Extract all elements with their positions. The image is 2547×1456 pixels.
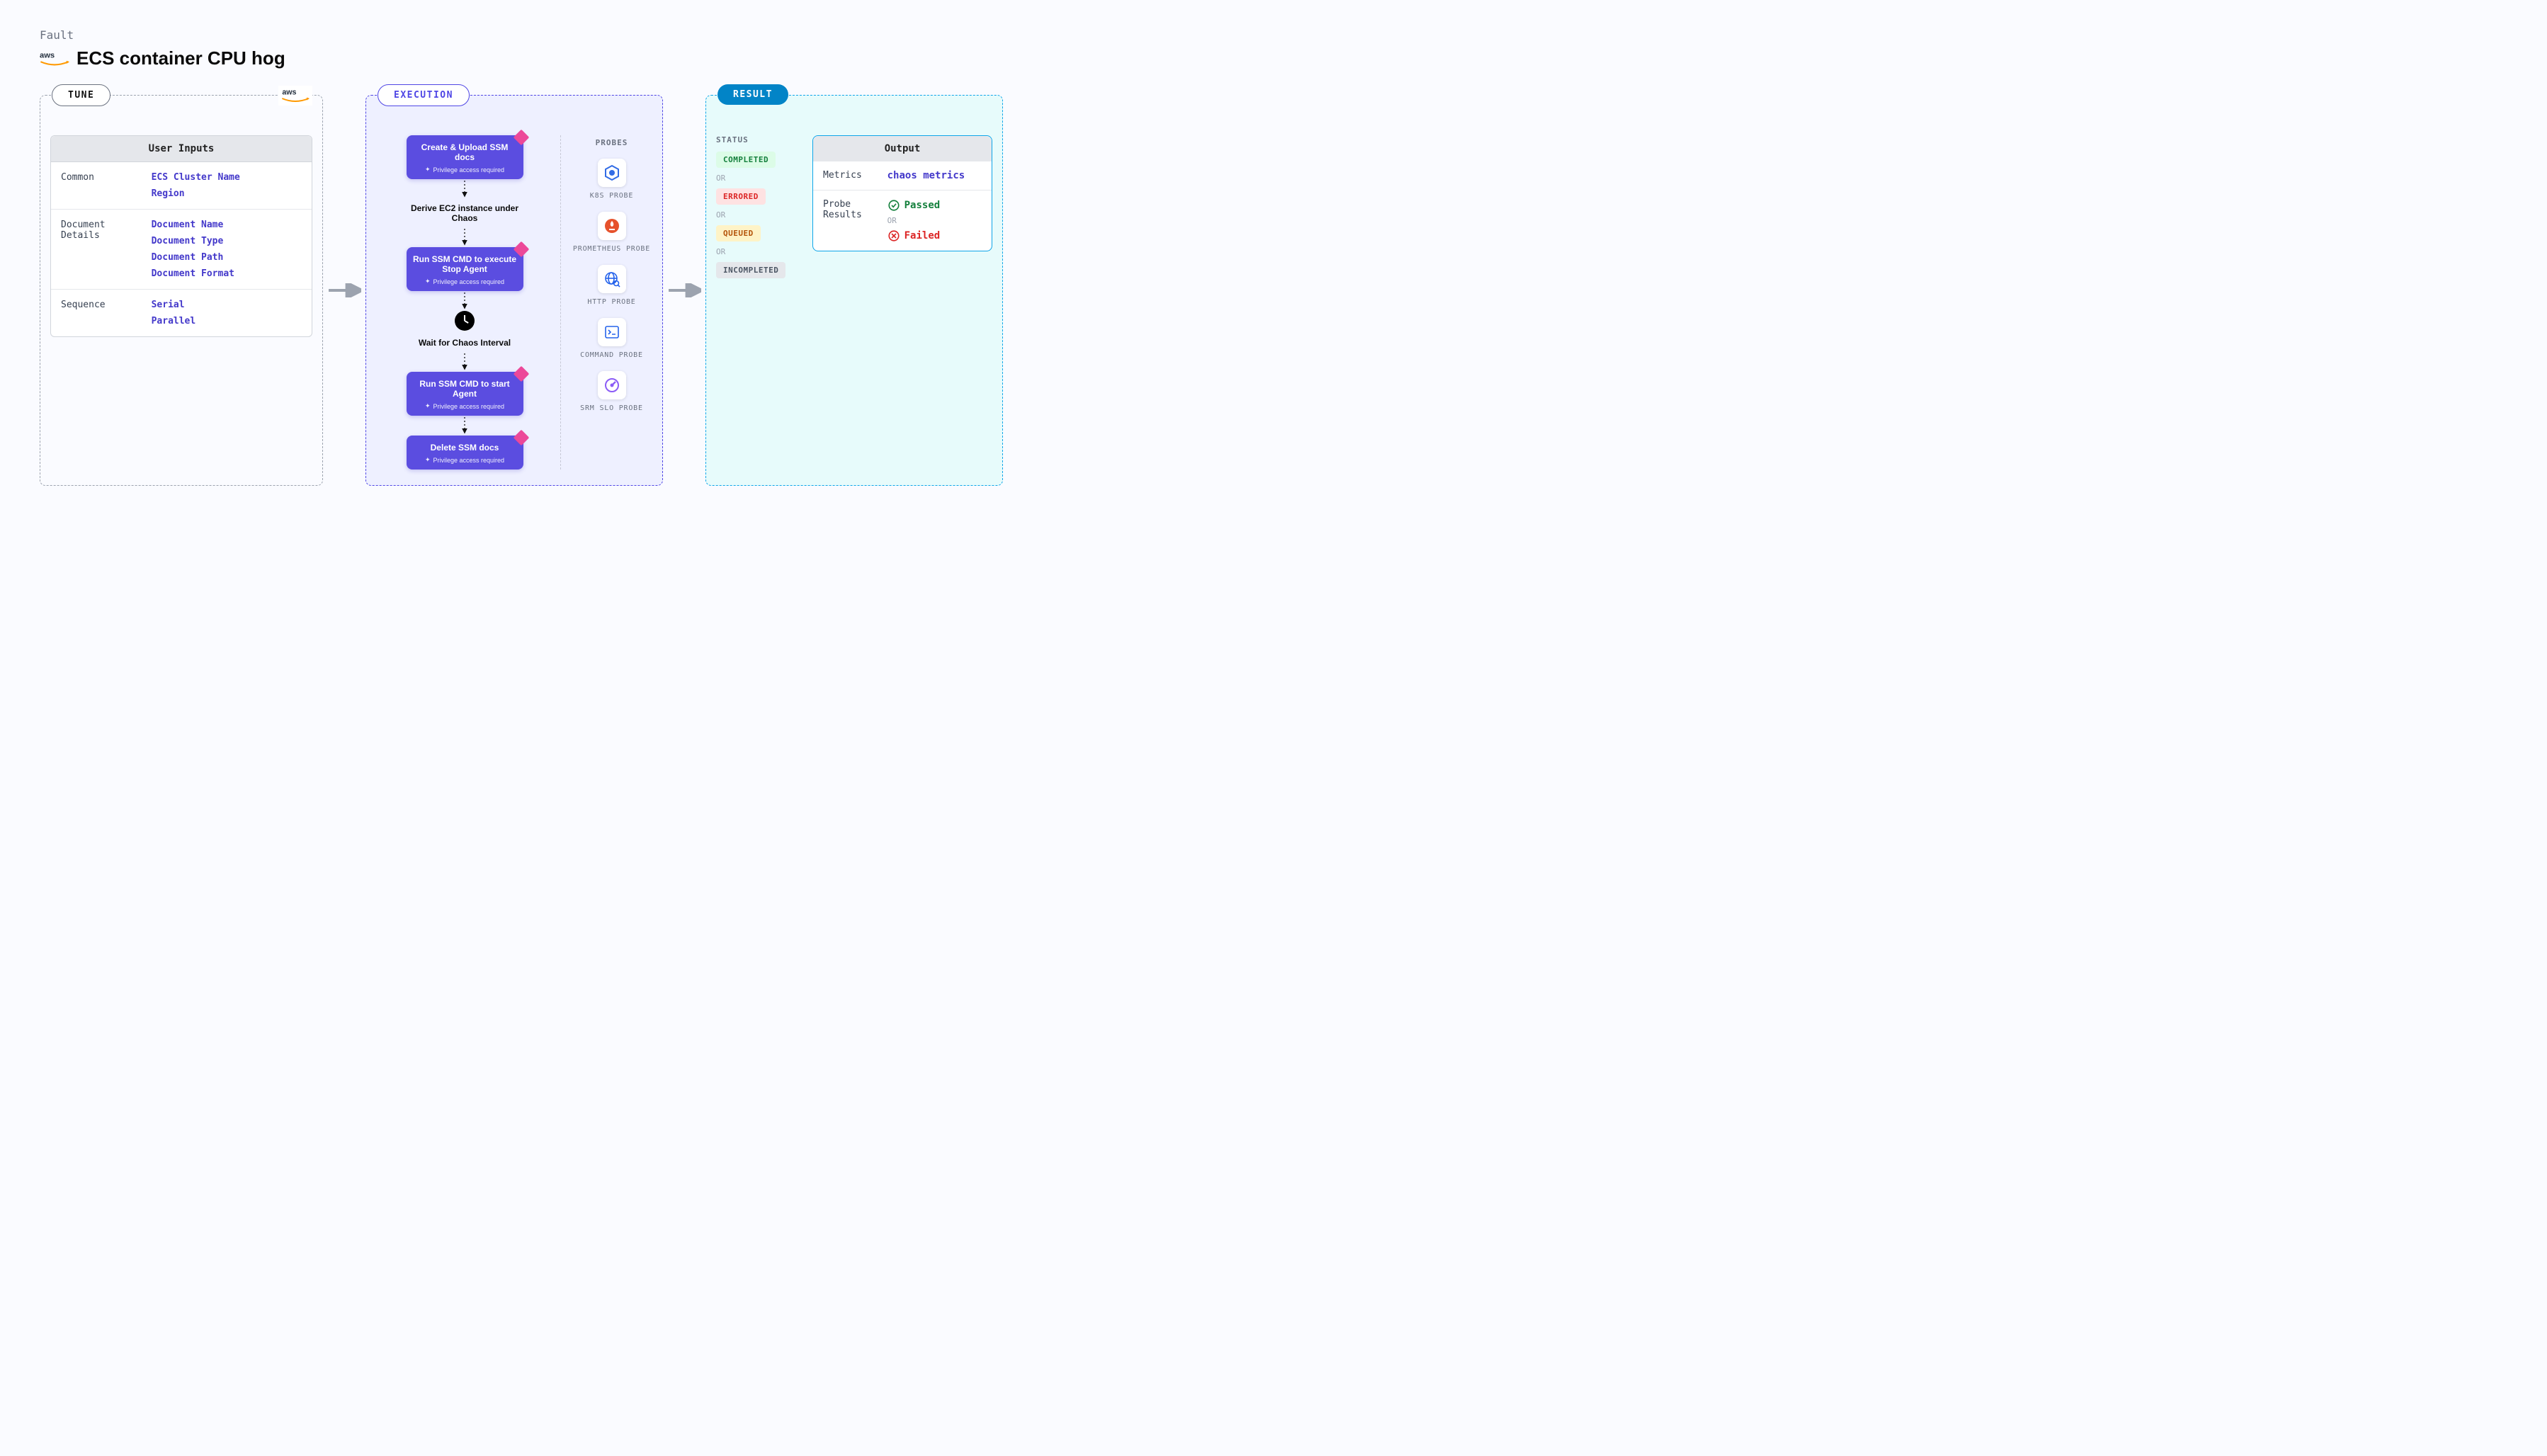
status-badge-errored: ERRORED — [716, 188, 766, 205]
output-header: Output — [813, 136, 992, 161]
input-value: Document Type — [152, 236, 302, 246]
tune-panel: TUNE aws User Inputs Common ECS Cluster … — [40, 95, 323, 486]
execution-panel: EXECUTION Create & Upload SSM docs Privi… — [365, 95, 663, 486]
input-value: Document Name — [152, 220, 302, 230]
input-group-document-details: Document Details Document Name Document … — [51, 209, 312, 289]
x-circle-icon — [887, 229, 900, 242]
input-value: Serial — [152, 300, 302, 310]
input-value: ECS Cluster Name — [152, 172, 302, 183]
output-row-label: Probe Results — [823, 199, 880, 220]
probe-command: COMMAND PROBE — [571, 318, 652, 360]
arrow-down-icon — [461, 352, 468, 372]
globe-icon — [598, 265, 626, 293]
terminal-icon — [598, 318, 626, 346]
prometheus-icon — [598, 212, 626, 240]
clock-icon — [455, 311, 475, 331]
output-row-label: Metrics — [823, 170, 880, 181]
probes-header: PROBES — [571, 138, 652, 147]
probe-result-passed: Passed — [887, 199, 982, 212]
probes-column: PROBES K8S PROBE PROMETHEUS PROBE HTTP P… — [560, 135, 652, 470]
probe-label: HTTP PROBE — [587, 297, 635, 307]
header-eyebrow: Fault — [40, 28, 2507, 42]
step-run-ssm-start: Run SSM CMD to start Agent Privilege acc… — [407, 372, 523, 416]
step-wait-interval: Wait for Chaos Interval — [408, 334, 521, 352]
arrow-down-icon — [461, 291, 468, 311]
arrow-right-icon — [323, 283, 365, 297]
status-header: STATUS — [716, 135, 801, 144]
probe-result-failed: Failed — [887, 229, 982, 242]
status-column: STATUS COMPLETED OR ERRORED OR QUEUED OR… — [716, 135, 801, 278]
execution-pill: EXECUTION — [378, 84, 470, 106]
input-value: Parallel — [152, 316, 302, 326]
privilege-label: Privilege access required — [412, 278, 518, 285]
arrow-down-icon — [461, 227, 468, 247]
status-badge-completed: COMPLETED — [716, 152, 776, 168]
privilege-label: Privilege access required — [412, 166, 518, 174]
input-group-label: Sequence — [61, 300, 143, 326]
input-group-label: Common — [61, 172, 143, 199]
or-label: OR — [716, 210, 801, 220]
failed-label: Failed — [904, 230, 941, 241]
tune-pill: TUNE — [52, 84, 110, 106]
input-group-common: Common ECS Cluster Name Region — [51, 162, 312, 209]
result-panel: RESULT STATUS COMPLETED OR ERRORED OR QU… — [705, 95, 1003, 486]
probe-label: SRM SLO PROBE — [580, 404, 643, 413]
execution-flow: Create & Upload SSM docs Privilege acces… — [376, 135, 553, 470]
gauge-icon — [598, 371, 626, 399]
probe-k8s: K8S PROBE — [571, 159, 652, 200]
status-badge-queued: QUEUED — [716, 225, 761, 241]
probe-label: PROMETHEUS PROBE — [573, 244, 650, 254]
step-label: Run SSM CMD to start Agent — [412, 379, 518, 399]
input-value: Document Path — [152, 252, 302, 263]
probe-label: K8S PROBE — [590, 191, 633, 200]
arrow-right-icon — [663, 283, 705, 297]
user-inputs-header: User Inputs — [51, 136, 312, 162]
input-value: Document Format — [152, 268, 302, 279]
step-delete-ssm: Delete SSM docs Privilege access require… — [407, 436, 523, 470]
step-label: Run SSM CMD to execute Stop Agent — [412, 254, 518, 274]
probe-prometheus: PROMETHEUS PROBE — [571, 212, 652, 254]
probe-http: HTTP PROBE — [571, 265, 652, 307]
check-circle-icon — [887, 199, 900, 212]
input-value: Region — [152, 188, 302, 199]
arrow-down-icon — [461, 179, 468, 199]
arrow-down-icon — [461, 416, 468, 436]
aws-logo-icon: aws — [40, 50, 69, 68]
or-label: OR — [887, 216, 982, 225]
step-create-upload-ssm: Create & Upload SSM docs Privilege acces… — [407, 135, 523, 179]
k8s-icon — [598, 159, 626, 187]
or-label: OR — [716, 174, 801, 183]
passed-label: Passed — [904, 200, 941, 211]
input-group-sequence: Sequence Serial Parallel — [51, 289, 312, 336]
page-title: ECS container CPU hog — [76, 47, 285, 69]
chaos-metrics-link[interactable]: chaos metrics — [887, 170, 982, 181]
status-badge-incompleted: INCOMPLETED — [716, 262, 785, 278]
step-label: Create & Upload SSM docs — [412, 142, 518, 162]
input-group-label: Document Details — [61, 220, 143, 279]
privilege-label: Privilege access required — [412, 402, 518, 410]
probe-label: COMMAND PROBE — [580, 351, 643, 360]
probe-srm-slo: SRM SLO PROBE — [571, 371, 652, 413]
svg-text:aws: aws — [40, 51, 55, 59]
step-run-ssm-stop: Run SSM CMD to execute Stop Agent Privil… — [407, 247, 523, 291]
aws-logo-icon: aws — [278, 86, 312, 106]
step-label: Delete SSM docs — [412, 443, 518, 453]
svg-text:aws: aws — [282, 89, 296, 97]
output-box: Output Metrics chaos metrics Probe Resul… — [812, 135, 992, 251]
or-label: OR — [716, 247, 801, 256]
privilege-label: Privilege access required — [412, 456, 518, 464]
result-pill: RESULT — [717, 84, 788, 105]
user-inputs-box: User Inputs Common ECS Cluster Name Regi… — [50, 135, 312, 337]
step-derive-ec2: Derive EC2 instance under Chaos — [408, 199, 521, 227]
